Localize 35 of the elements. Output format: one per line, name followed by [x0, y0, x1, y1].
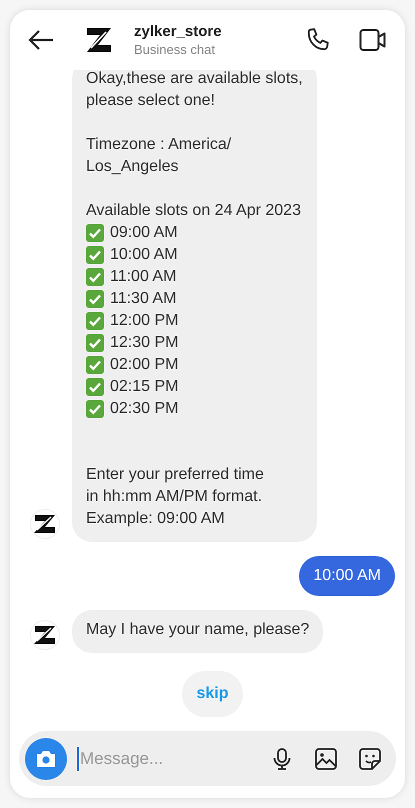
message-text: Enter your preferred time in hh:mm AM/PM format. Example: 09:00 AM: [86, 465, 265, 529]
message-text: Okay,these are available slots, please select one! Timezone : America/ Los_Angeles Available slots on 24 Apr 2023: [86, 70, 303, 221]
z-logo-avatar: [30, 509, 60, 539]
time-slot-text: 12:30 PM: [110, 333, 178, 353]
check-mark-icon: [86, 356, 104, 374]
check-mark-icon: [86, 290, 104, 308]
contact-subtitle: Business chat: [134, 42, 216, 57]
time-slot-text: 02:30 PM: [110, 399, 178, 419]
time-slot-text: 11:00 AM: [110, 267, 176, 287]
time-slot-text: 11:30 AM: [110, 289, 176, 309]
video-camera-icon[interactable]: [359, 28, 387, 52]
image-icon[interactable]: [314, 746, 338, 770]
time-slot-text: 09:00 AM: [110, 223, 178, 243]
message-input[interactable]: Message...: [77, 746, 250, 770]
z-logo-icon: [84, 27, 114, 53]
check-mark-icon: [86, 378, 104, 396]
contact-name: zylker_store: [134, 23, 223, 40]
check-mark-icon: [86, 268, 104, 286]
check-mark-icon: [86, 224, 104, 242]
time-slot-text: 10:00 AM: [110, 245, 178, 265]
message-text: 10:00 AM: [313, 567, 381, 584]
z-logo-avatar: [30, 620, 60, 650]
check-mark-icon: [86, 400, 104, 418]
check-mark-icon: [86, 312, 104, 330]
check-mark-icon: [86, 246, 104, 264]
message-text: May I have your name, please?: [86, 620, 310, 640]
camera-button[interactable]: [25, 738, 67, 780]
check-mark-icon: [86, 334, 104, 352]
time-slot-text: 02:15 PM: [110, 377, 178, 397]
back-arrow-icon[interactable]: [28, 30, 54, 50]
sticker-icon[interactable]: [358, 746, 382, 770]
phone-icon[interactable]: [305, 27, 331, 53]
time-slot-text: 12:00 PM: [110, 311, 178, 331]
quick-reply-button[interactable]: skip: [182, 671, 242, 717]
time-slot-text: 02:00 PM: [110, 355, 178, 375]
